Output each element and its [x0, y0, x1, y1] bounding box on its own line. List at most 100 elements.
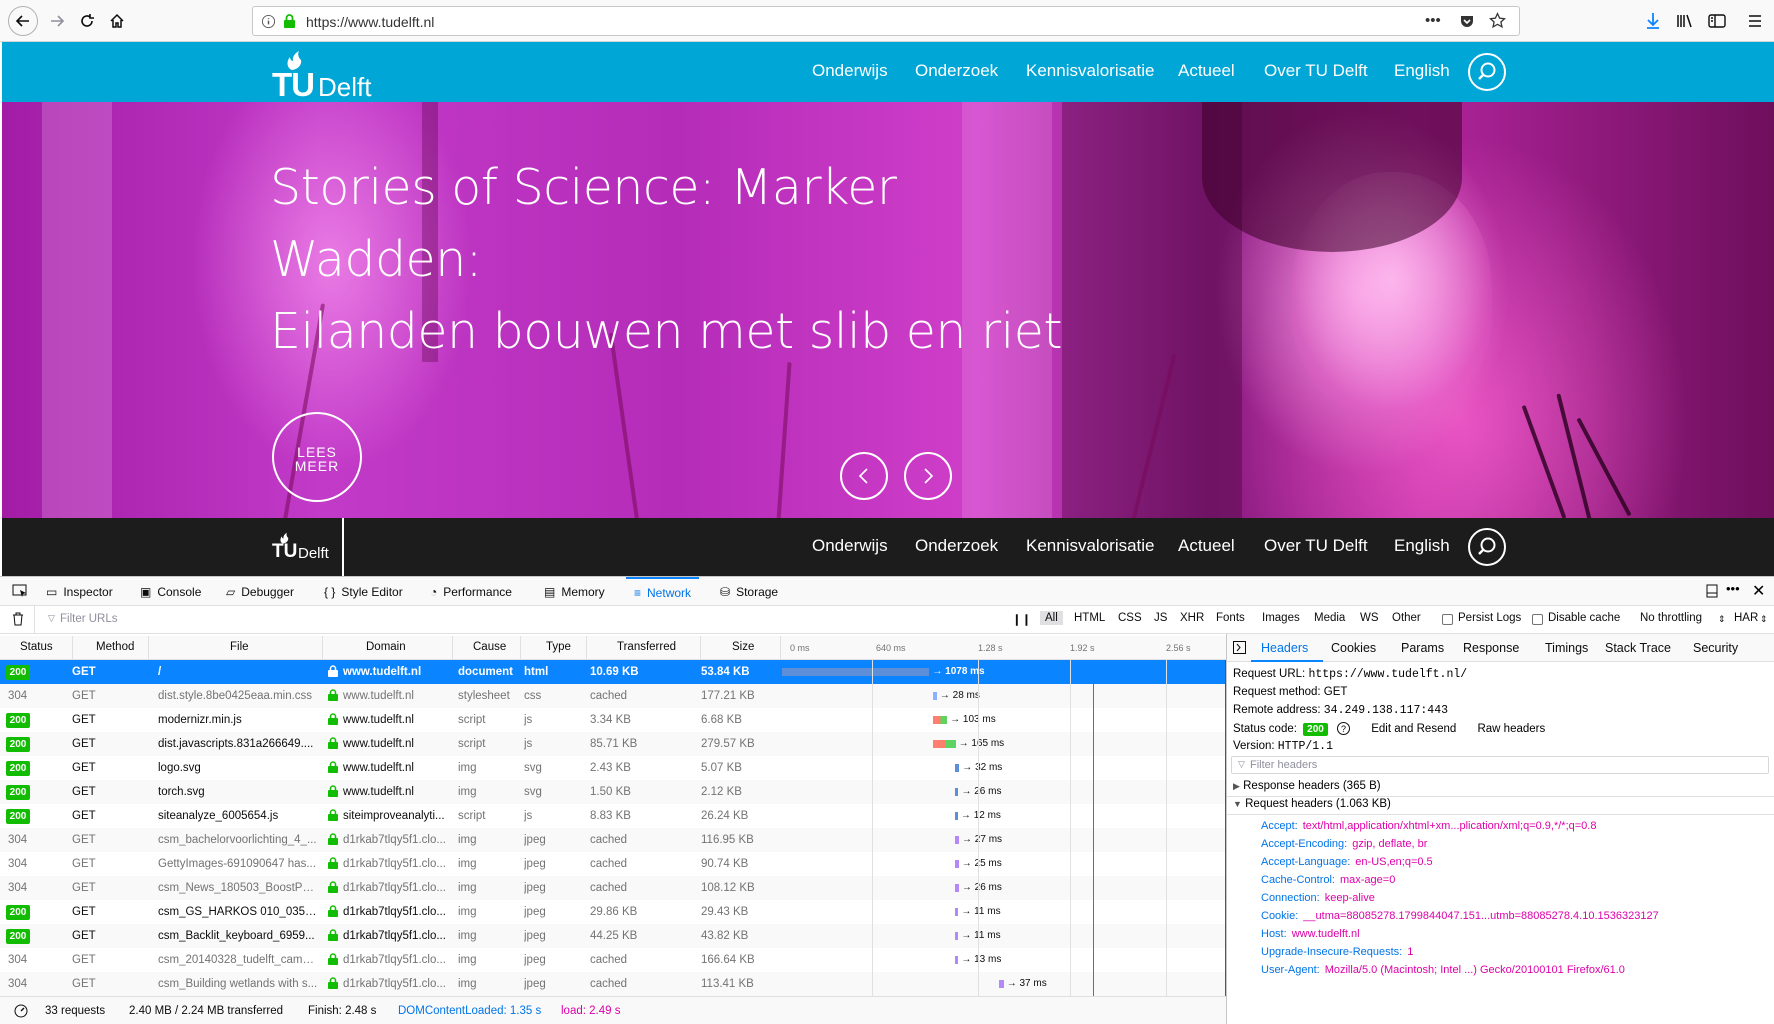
- filter-type-all[interactable]: All: [1040, 611, 1063, 625]
- nav-actueel[interactable]: Actueel: [1178, 61, 1235, 81]
- sticky-nav-onderwijs[interactable]: Onderwijs: [812, 536, 888, 556]
- lees-meer-button[interactable]: LEES MEER: [272, 412, 362, 502]
- pause-icon[interactable]: ❙❙: [1012, 612, 1031, 626]
- carousel-prev-button[interactable]: [840, 452, 888, 500]
- tab-timings[interactable]: Timings: [1545, 641, 1588, 655]
- table-row[interactable]: 200 GET logo.svg www.tudelft.nl img svg 2.43 K…: [0, 756, 1226, 780]
- trash-icon[interactable]: [12, 612, 24, 629]
- cell-size: 108.12 KB: [701, 882, 755, 894]
- tab-response[interactable]: Response: [1463, 641, 1519, 655]
- help-icon[interactable]: ?: [1337, 722, 1351, 735]
- sticky-nav-english[interactable]: English: [1394, 536, 1450, 556]
- pocket-icon[interactable]: [1459, 13, 1475, 34]
- col-transferred[interactable]: Transferred: [617, 641, 676, 653]
- element-picker-icon[interactable]: [12, 584, 28, 603]
- sticky-nav-over-tu-delft[interactable]: Over TU Delft: [1264, 536, 1368, 556]
- table-row[interactable]: 304 GET csm_bachelorvoorlichting_4_... d1rk…: [0, 828, 1226, 852]
- tab-style-editor[interactable]: { } Style Editor: [324, 577, 403, 606]
- filter-urls-input[interactable]: Filter URLs: [60, 613, 118, 625]
- filter-type-js[interactable]: JS: [1154, 612, 1167, 624]
- tab-params[interactable]: Params: [1401, 641, 1444, 655]
- tab-memory[interactable]: ▤ Memory: [544, 577, 605, 606]
- disable-cache-checkbox[interactable]: [1532, 614, 1543, 625]
- edit-resend-button[interactable]: Edit and Resend: [1371, 723, 1456, 735]
- nav-english[interactable]: English: [1394, 61, 1450, 81]
- col-size[interactable]: Size: [732, 641, 754, 653]
- close-icon[interactable]: ✕: [1752, 581, 1765, 601]
- nav-onderzoek[interactable]: Onderzoek: [915, 61, 998, 81]
- table-row[interactable]: 200 GET siteanalyze_6005654.js siteimprovea…: [0, 804, 1226, 828]
- url-bar[interactable]: https://www.tudelft.nl •••: [252, 6, 1520, 36]
- more-icon[interactable]: •••: [1425, 12, 1441, 29]
- nav-over-tu-delft[interactable]: Over TU Delft: [1264, 61, 1368, 81]
- table-row[interactable]: 200 GET csm_Backlit_keyboard_6959... d1rkab…: [0, 924, 1226, 948]
- sticky-nav-actueel[interactable]: Actueel: [1178, 536, 1235, 556]
- nav-onderwijs[interactable]: Onderwijs: [812, 61, 888, 81]
- search-icon[interactable]: [1468, 528, 1506, 566]
- more-options-icon[interactable]: •••: [1726, 581, 1740, 596]
- filter-type-fonts[interactable]: Fonts: [1216, 612, 1245, 624]
- tab-storage[interactable]: ⛁ Storage: [720, 577, 778, 606]
- filter-type-html[interactable]: HTML: [1074, 612, 1105, 624]
- filter-headers-input[interactable]: ▽ Filter headers: [1231, 756, 1769, 774]
- tab-stack-trace[interactable]: Stack Trace: [1605, 641, 1671, 655]
- lock-icon[interactable]: [283, 13, 296, 34]
- sidebar-icon[interactable]: [1704, 8, 1730, 34]
- library-icon[interactable]: [1672, 8, 1698, 34]
- col-method[interactable]: Method: [96, 641, 134, 653]
- tab-performance[interactable]: ◔ Performance: [430, 577, 512, 606]
- filter-type-other[interactable]: Other: [1392, 612, 1421, 624]
- filter-type-ws[interactable]: WS: [1360, 612, 1379, 624]
- table-row[interactable]: 304 GET csm_News_180503_BoostPhy... d1rkab7…: [0, 876, 1226, 900]
- dock-icon[interactable]: [1706, 584, 1718, 603]
- raw-headers-toggle[interactable]: Raw headers: [1477, 723, 1545, 735]
- col-status[interactable]: Status: [20, 641, 53, 653]
- nav-kennisvalorisatie[interactable]: Kennisvalorisatie: [1026, 61, 1155, 81]
- filter-type-images[interactable]: Images: [1262, 612, 1300, 624]
- throttling-select[interactable]: No throttling: [1640, 612, 1702, 624]
- persist-logs-checkbox[interactable]: [1442, 614, 1453, 625]
- table-row[interactable]: 304 GET dist.style.8be0425eaa.min.css www.t…: [0, 684, 1226, 708]
- toggle-sidebar-icon[interactable]: [1233, 641, 1246, 657]
- search-icon[interactable]: [1468, 53, 1506, 91]
- tab-console[interactable]: ▣ Console: [140, 577, 201, 606]
- response-headers-section[interactable]: ▶ Response headers (365 B): [1233, 780, 1381, 792]
- cell-transferred: 44.25 KB: [590, 930, 638, 942]
- table-row[interactable]: 200 GET modernizr.min.js www.tudelft.nl scri…: [0, 708, 1226, 732]
- tab-network[interactable]: ≡ Network: [626, 577, 700, 606]
- filter-type-xhr[interactable]: XHR: [1180, 612, 1204, 624]
- star-icon[interactable]: [1489, 12, 1506, 34]
- table-row[interactable]: 200 GET csm_GS_HARKOS 010_03558... d1rkab7t…: [0, 900, 1226, 924]
- info-icon[interactable]: [261, 14, 276, 34]
- table-row-selected[interactable]: 200 GET / www.tudelft.nl document html 10.69 K…: [0, 660, 1226, 684]
- tab-headers[interactable]: Headers: [1261, 641, 1308, 655]
- table-row[interactable]: 200 GET torch.svg www.tudelft.nl img svg 1.50 …: [0, 780, 1226, 804]
- performance-analysis-icon[interactable]: [14, 1004, 28, 1021]
- filter-type-css[interactable]: CSS: [1118, 612, 1142, 624]
- tab-inspector[interactable]: ▭ Inspector: [46, 577, 113, 606]
- table-row[interactable]: 304 GET csm_20140328_tudelft_camp... d1rkab…: [0, 948, 1226, 972]
- table-row[interactable]: 200 GET dist.javascripts.831a266649.... www…: [0, 732, 1226, 756]
- table-row[interactable]: 304 GET GettyImages-691090647 has... d1rkab…: [0, 852, 1226, 876]
- carousel-next-button[interactable]: [904, 452, 952, 500]
- col-domain[interactable]: Domain: [366, 641, 406, 653]
- forward-icon[interactable]: [44, 8, 70, 34]
- home-icon[interactable]: [104, 8, 130, 34]
- back-icon[interactable]: [8, 6, 38, 36]
- tab-security[interactable]: Security: [1693, 641, 1738, 655]
- filter-type-media[interactable]: Media: [1314, 612, 1345, 624]
- reload-icon[interactable]: [74, 8, 100, 34]
- har-menu[interactable]: HAR: [1734, 612, 1758, 624]
- url-text[interactable]: https://www.tudelft.nl: [306, 14, 434, 30]
- tab-debugger[interactable]: ▱ Debugger: [226, 577, 294, 606]
- sticky-nav-onderzoek[interactable]: Onderzoek: [915, 536, 998, 556]
- request-headers-section[interactable]: ▼ Request headers (1.063 KB): [1233, 798, 1391, 810]
- download-icon[interactable]: [1640, 8, 1666, 34]
- col-type[interactable]: Type: [546, 641, 571, 653]
- col-file[interactable]: File: [230, 641, 249, 653]
- tab-cookies[interactable]: Cookies: [1331, 641, 1376, 655]
- table-row[interactable]: 304 GET csm_Building wetlands with s... d1r…: [0, 972, 1226, 996]
- menu-icon[interactable]: [1742, 8, 1768, 34]
- sticky-nav-kennisvalorisatie[interactable]: Kennisvalorisatie: [1026, 536, 1155, 556]
- col-cause[interactable]: Cause: [473, 641, 506, 653]
